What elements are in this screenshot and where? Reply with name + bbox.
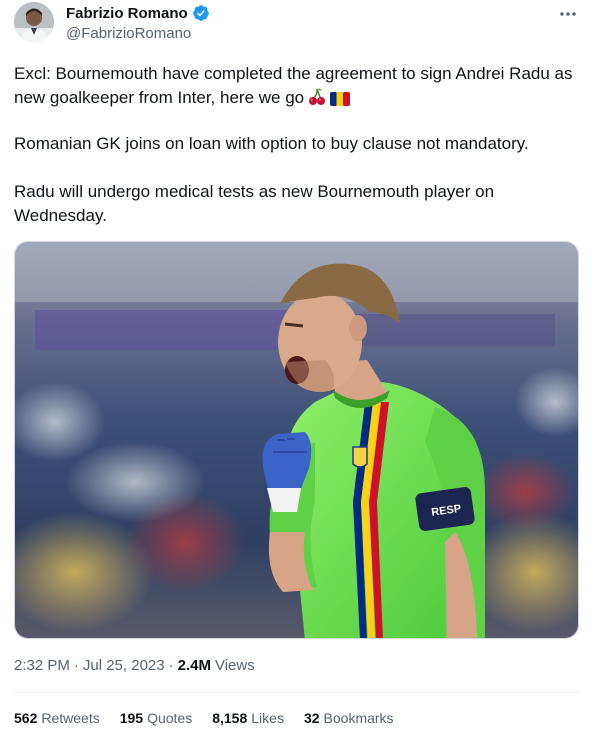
avatar[interactable] xyxy=(14,2,54,42)
tweet-meta: 2:32 PM · Jul 25, 2023 · 2.4M Views xyxy=(14,657,255,674)
tweet-date[interactable]: Jul 25, 2023 xyxy=(83,657,165,674)
tweet-time[interactable]: 2:32 PM xyxy=(14,657,70,674)
likes-count: 8,158 xyxy=(212,710,248,726)
verified-badge-icon xyxy=(192,4,210,22)
tweet-media-image[interactable]: RESP xyxy=(14,241,579,639)
quotes-stat[interactable]: 195 Quotes xyxy=(120,710,193,726)
likes-label: Likes xyxy=(251,710,284,726)
tweet-text-1: Excl: Bournemouth have completed the agr… xyxy=(14,64,573,107)
divider xyxy=(14,692,579,693)
more-dots-icon xyxy=(560,12,576,16)
meta-separator: · xyxy=(168,657,174,674)
tweet-text-paragraph-2: Romanian GK joins on loan with option to… xyxy=(14,134,529,153)
profile-photo-icon xyxy=(14,2,54,42)
author-handle[interactable]: @FabrizioRomano xyxy=(66,25,191,42)
goalkeeper-celebration-photo-icon: RESP xyxy=(15,242,578,638)
views-label: Views xyxy=(214,657,255,674)
views-count: 2.4M xyxy=(177,657,211,674)
bookmarks-stat[interactable]: 32 Bookmarks xyxy=(304,710,394,726)
engagement-stats: 562 Retweets 195 Quotes 8,158 Likes 32 B… xyxy=(14,710,394,726)
cherries-emoji-icon xyxy=(307,87,327,114)
likes-stat[interactable]: 8,158 Likes xyxy=(212,710,284,726)
retweets-label: Retweets xyxy=(41,710,100,726)
more-options-button[interactable] xyxy=(557,4,579,24)
romania-flag-emoji-icon xyxy=(330,90,351,114)
author-display-name[interactable]: Fabrizio Romano xyxy=(66,5,188,22)
tweet-text-paragraph-3: Radu will undergo medical tests as new B… xyxy=(14,182,495,225)
tweet-card: Fabrizio Romano @FabrizioRomano Excl: Bo… xyxy=(0,0,603,735)
author-name-row: Fabrizio Romano xyxy=(66,4,210,22)
quotes-label: Quotes xyxy=(147,710,193,726)
meta-separator: · xyxy=(73,657,79,674)
bookmarks-label: Bookmarks xyxy=(323,710,394,726)
retweets-stat[interactable]: 562 Retweets xyxy=(14,710,100,726)
bookmarks-count: 32 xyxy=(303,710,320,726)
tweet-text-paragraph-1: Excl: Bournemouth have completed the agr… xyxy=(14,62,584,114)
quotes-count: 195 xyxy=(119,710,144,726)
retweets-count: 562 xyxy=(14,710,38,726)
